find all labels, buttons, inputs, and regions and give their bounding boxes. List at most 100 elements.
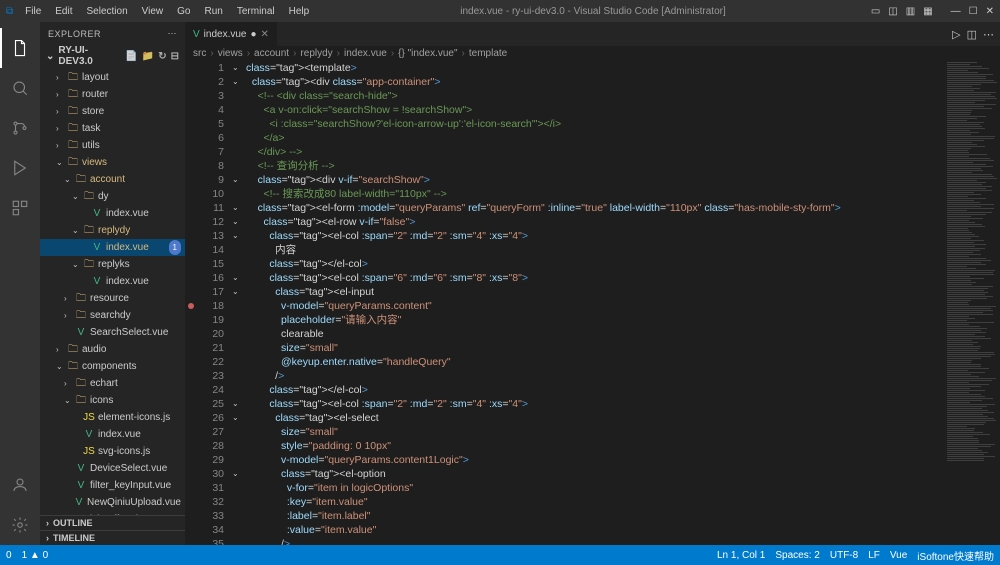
chevron-icon: ⌄ [56, 359, 66, 374]
tree-item[interactable]: Vindex.vue [40, 273, 185, 290]
breadcrumb-item[interactable]: account [254, 48, 289, 59]
tree-item[interactable]: ⌄🗀icons [40, 392, 185, 409]
chevron-icon: › [64, 291, 74, 306]
breakpoint-column[interactable] [185, 61, 197, 545]
outline-section[interactable]: ›OUTLINE [40, 515, 185, 530]
tree-item[interactable]: ›🗀task [40, 120, 185, 137]
tree-item[interactable]: ›🗀echart [40, 375, 185, 392]
menu-terminal[interactable]: Terminal [231, 4, 281, 19]
menu-view[interactable]: View [136, 4, 170, 19]
project-root[interactable]: ⌄ RY-UI-DEV3.0 📄 📁 ↻ ⊟ [40, 43, 185, 69]
tree-item[interactable]: ›🗀router [40, 86, 185, 103]
item-label: echart [90, 376, 118, 391]
breadcrumb-item[interactable]: replydy [300, 48, 332, 59]
minimap[interactable] [945, 61, 1000, 545]
layout-icon[interactable]: ◫ [888, 6, 897, 17]
tree-item[interactable]: Vindex.vue1 [40, 239, 185, 256]
tree-item[interactable]: ⌄🗀replydy [40, 222, 185, 239]
toggle-panel-icon[interactable]: ▭ [871, 6, 880, 17]
timeline-section[interactable]: ›TIMELINE [40, 530, 185, 545]
breadcrumb-item[interactable]: views [218, 48, 243, 59]
run-icon[interactable]: ▷ [952, 28, 960, 41]
status-right: Ln 1, Col 1 Spaces: 2 UTF-8 LF Vue iSoftone快速… [717, 548, 994, 563]
menu-file[interactable]: File [19, 4, 47, 19]
close-tab-icon[interactable]: ✕ [261, 29, 269, 40]
status-item[interactable]: 0 [6, 550, 12, 561]
status-item[interactable]: iSoftone快速帮助 [917, 548, 994, 563]
menu-selection[interactable]: Selection [81, 4, 134, 19]
breadcrumb-item[interactable]: {} "index.vue" [398, 48, 457, 59]
tree-item[interactable]: ⌄🗀replyks [40, 256, 185, 273]
tree-item[interactable]: ›🗀store [40, 103, 185, 120]
menu-edit[interactable]: Edit [49, 4, 78, 19]
split-editor-icon[interactable]: ◫ [967, 28, 977, 41]
new-folder-icon[interactable]: 📁 [142, 51, 154, 62]
folder-icon: 🗀 [66, 359, 80, 374]
menu-run[interactable]: Run [198, 4, 228, 19]
minimize-icon[interactable]: — [951, 6, 961, 17]
breadcrumb-item[interactable]: src [193, 48, 206, 59]
tree-item[interactable]: VDeviceSelect.vue [40, 460, 185, 477]
refresh-icon[interactable]: ↻ [158, 51, 166, 62]
search-icon[interactable] [0, 68, 40, 108]
item-label: icons [90, 393, 113, 408]
account-icon[interactable] [0, 465, 40, 505]
tree-item[interactable]: ›🗀layout [40, 69, 185, 86]
customize-layout-icon[interactable]: ▦ [923, 6, 932, 17]
status-item[interactable]: 1 ▲ 0 [22, 550, 49, 561]
vue-icon: V [74, 325, 88, 340]
debug-icon[interactable] [0, 148, 40, 188]
more-actions-icon[interactable]: ⋯ [983, 28, 994, 41]
tree-item[interactable]: ⌄🗀components [40, 358, 185, 375]
tree-item[interactable]: Vfilter_keyInput.vue [40, 477, 185, 494]
status-item[interactable]: Vue [890, 550, 907, 561]
vue-icon: V [74, 478, 88, 493]
tab-index-vue[interactable]: V index.vue ● ✕ [185, 22, 278, 46]
tree-item[interactable]: ⌄🗀account [40, 171, 185, 188]
tree-item[interactable]: VNewQiniuUpload.vue [40, 494, 185, 511]
tree-item[interactable]: ›🗀resource [40, 290, 185, 307]
close-icon[interactable]: ✕ [986, 6, 994, 17]
tree-item[interactable]: ⌄🗀dy [40, 188, 185, 205]
tree-item[interactable]: ›🗀utils [40, 137, 185, 154]
extensions-icon[interactable] [0, 188, 40, 228]
tree-item[interactable]: JSelement-icons.js [40, 409, 185, 426]
menu-go[interactable]: Go [171, 4, 196, 19]
more-icon[interactable]: ⋯ [168, 28, 178, 39]
code-content[interactable]: class="tag"><template> class="tag"><div … [246, 61, 945, 545]
badge: 1 [169, 240, 181, 255]
file-tree[interactable]: ›🗀layout›🗀router›🗀store›🗀task›🗀utils⌄🗀vi… [40, 69, 185, 515]
fold-column[interactable]: ⌄⌄⌄⌄⌄⌄⌄⌄⌄⌄⌄⌄⌄⌄⌄ [232, 61, 246, 545]
vue-icon: V [90, 274, 104, 289]
breadcrumb-item[interactable]: index.vue [344, 48, 387, 59]
settings-gear-icon[interactable] [0, 505, 40, 545]
maximize-icon[interactable]: ☐ [969, 6, 978, 17]
code-area[interactable]: 1234567891011121314151617181920212223242… [185, 61, 1000, 545]
collapse-icon[interactable]: ⊟ [171, 51, 179, 62]
tree-item[interactable]: ›🗀searchdy [40, 307, 185, 324]
tree-item[interactable]: VSearchSelect.vue [40, 324, 185, 341]
tree-item[interactable]: Vindex.vue [40, 205, 185, 222]
status-item[interactable]: Spaces: 2 [775, 550, 819, 561]
tree-item[interactable]: ⌄🗀views [40, 154, 185, 171]
status-item[interactable]: LF [868, 550, 880, 561]
folder-icon: 🗀 [82, 223, 96, 238]
breadcrumb[interactable]: src›views›account›replydy›index.vue›{} "… [185, 46, 1000, 61]
item-label: router [82, 87, 108, 102]
scm-icon[interactable] [0, 108, 40, 148]
item-label: task [82, 121, 100, 136]
tree-item[interactable]: Vindex.vue [40, 426, 185, 443]
status-item[interactable]: UTF-8 [830, 550, 858, 561]
tree-item[interactable]: ›🗀audio [40, 341, 185, 358]
item-label: resource [90, 291, 129, 306]
explorer-icon[interactable] [0, 28, 40, 68]
chevron-icon: › [56, 138, 66, 153]
menu-help[interactable]: Help [283, 4, 316, 19]
new-file-icon[interactable]: 📄 [125, 51, 137, 62]
status-item[interactable]: Ln 1, Col 1 [717, 550, 765, 561]
folder-icon: 🗀 [82, 189, 96, 204]
layout-icon2[interactable]: ▥ [906, 6, 915, 17]
item-label: dy [98, 189, 109, 204]
tree-item[interactable]: JSsvg-icons.js [40, 443, 185, 460]
breadcrumb-item[interactable]: template [469, 48, 507, 59]
